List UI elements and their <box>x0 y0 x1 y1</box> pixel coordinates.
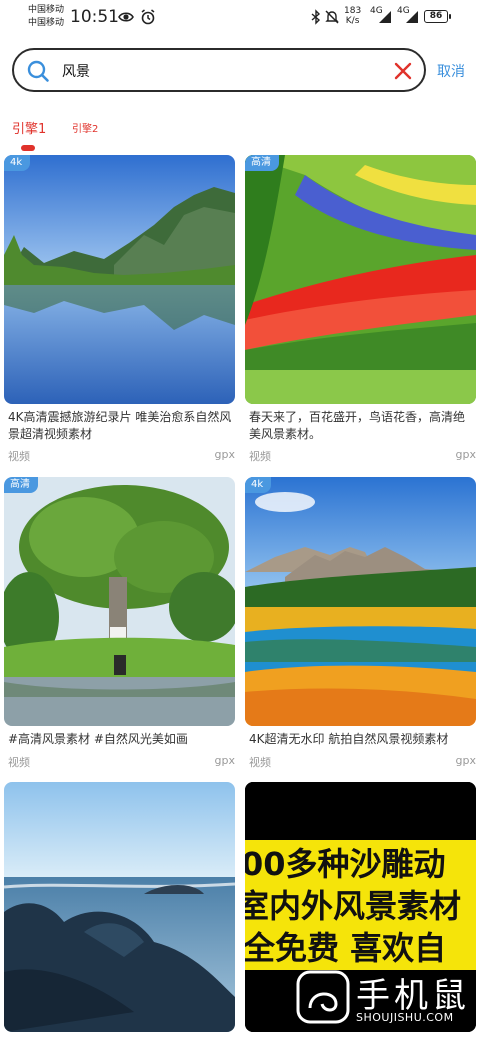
network-speed: 183 K/s <box>344 6 361 26</box>
carrier-names: 中国移动 中国移动 <box>28 4 64 30</box>
quality-badge: 4k <box>245 477 272 493</box>
carrier-1: 中国移动 <box>28 5 65 15</box>
video-thumbnail[interactable] <box>4 782 235 1032</box>
signal-2-icon <box>406 11 418 23</box>
card-title: 4K超清无水印 航拍自然风景视频素材 <box>249 732 449 746</box>
carrier-2: 中国移动 <box>28 18 65 28</box>
quality-badge: 高清 <box>245 155 279 171</box>
card-source: gpx <box>455 754 476 767</box>
active-tab-indicator <box>21 145 35 151</box>
mute-bell-icon <box>325 10 339 24</box>
bluetooth-icon <box>311 9 321 25</box>
quality-badge: 4k <box>4 155 31 171</box>
cancel-button[interactable]: 取消 <box>437 61 465 81</box>
card-title: 春天来了，百花盛开，鸟语花香，高清绝美风景素材。 <box>249 410 466 441</box>
network-speed-value: 183 <box>344 6 362 16</box>
clock: 10:51 <box>70 7 119 27</box>
card-title: 4K高清震撼旅游纪录片 唯美治愈系自然风景超清视频素材 <box>8 410 232 441</box>
card-title: #高清风景素材 #自然风光美如画 <box>8 732 188 746</box>
network-speed-unit: K/s <box>345 16 360 26</box>
alarm-icon <box>141 9 155 25</box>
watermark-brand: 手机鼠 <box>356 976 470 1016</box>
video-thumbnail[interactable]: 4k <box>4 155 235 404</box>
battery-indicator: 86 <box>424 10 451 23</box>
tab-engine-1[interactable]: 引擎1 <box>12 118 46 137</box>
video-thumbnail[interactable]: 高清 <box>245 155 476 404</box>
video-thumbnail[interactable]: 高清 <box>4 477 235 726</box>
search-input[interactable] <box>62 60 382 82</box>
card-type: 视频 <box>8 756 30 769</box>
card-source: gpx <box>214 448 235 461</box>
card-type: 视频 <box>249 756 271 769</box>
eye-icon <box>118 12 134 22</box>
clear-search-icon[interactable] <box>392 60 414 82</box>
status-bar: 中国移动 中国移动 10:51 183 K/s 4G 4G 86 <box>0 0 480 36</box>
card-type: 视频 <box>249 450 271 463</box>
quality-badge: 高清 <box>4 477 38 493</box>
card-type: 视频 <box>8 450 30 463</box>
watermark-url: SHOUJISHU.COM <box>356 1011 454 1024</box>
search-bar[interactable] <box>12 48 426 92</box>
video-thumbnail[interactable]: 4k <box>245 477 476 726</box>
card-source: gpx <box>214 754 235 767</box>
signal-1-icon <box>379 11 391 23</box>
tab-engine-2[interactable]: 引擎2 <box>72 120 98 135</box>
search-icon <box>27 60 49 82</box>
card-source: gpx <box>455 448 476 461</box>
poster-line: 全免费 喜欢自 <box>245 929 447 967</box>
poster-line: 00多种沙雕动 <box>245 845 446 883</box>
poster-line: 室内外风景素材 <box>245 887 462 925</box>
